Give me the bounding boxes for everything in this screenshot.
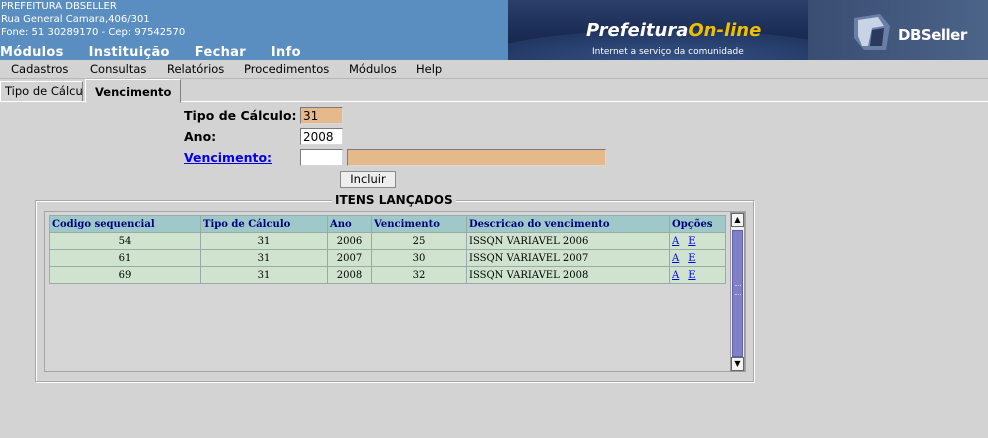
section-title: ITENS LANÇADOS [332, 193, 456, 207]
table-row: 69 31 2008 32 ISSQN VARIAVEL 2008 AE [49, 266, 726, 284]
banner-subtitle: Internet a serviço da comunidade [592, 47, 744, 57]
tab-vencimento[interactable]: Vencimento [85, 79, 181, 103]
cell-opcoes: AE [669, 249, 726, 267]
scrollbar-thumb[interactable] [732, 230, 743, 357]
cell-descricao: ISSQN VARIAVEL 2006 [466, 232, 670, 250]
excluir-link[interactable]: E [688, 253, 695, 264]
grid-scrollbar[interactable]: ▲ ▼ [730, 212, 745, 372]
cell-codigo: 61 [49, 249, 201, 267]
cell-codigo: 54 [49, 232, 201, 250]
col-header-opcoes: Opções [669, 215, 726, 233]
ano-field[interactable]: 2008 [300, 128, 343, 145]
col-header-ano: Ano [327, 215, 372, 233]
top-menu-instituicao[interactable]: Instituição [89, 45, 170, 60]
menu-bar: Cadastros Consultas Relatórios Procedime… [0, 60, 988, 79]
excluir-link[interactable]: E [688, 236, 695, 247]
menu-relatorios[interactable]: Relatórios [167, 62, 224, 76]
cell-descricao: ISSQN VARIAVEL 2008 [466, 266, 670, 284]
table-row: 61 31 2007 30 ISSQN VARIAVEL 2007 AE [49, 249, 726, 267]
top-menu-fechar[interactable]: Fechar [195, 45, 246, 60]
tab-tipo-de-calculo[interactable]: Tipo de Cálculo [0, 81, 83, 101]
scroll-up-arrow-icon[interactable]: ▲ [731, 213, 744, 227]
menu-consultas[interactable]: Consultas [90, 62, 146, 76]
cell-tipo: 31 [200, 266, 328, 284]
cell-ano: 2006 [327, 232, 372, 250]
tipo-calculo-field[interactable]: 31 [300, 107, 343, 124]
menu-modulos[interactable]: Módulos [349, 62, 397, 76]
cell-opcoes: AE [669, 232, 726, 250]
table-header-row: Codigo sequencial Tipo de Cálculo Ano Ve… [49, 215, 726, 233]
dbseller-logo: DBSeller [808, 0, 988, 60]
grip-icon [735, 285, 741, 295]
cell-descricao: ISSQN VARIAVEL 2007 [466, 249, 670, 267]
prefeitura-online-banner: PrefeituraOn-line Internet a serviço da … [508, 0, 808, 60]
cell-vencimento: 32 [371, 266, 467, 284]
cell-ano: 2008 [327, 266, 372, 284]
ano-label: Ano: [184, 129, 217, 144]
incluir-button[interactable]: Incluir [340, 171, 396, 188]
org-contact: Fone: 51 30289170 - Cep: 97542570 [1, 27, 186, 38]
menu-cadastros[interactable]: Cadastros [11, 62, 68, 76]
cell-tipo: 31 [200, 249, 328, 267]
items-table: Codigo sequencial Tipo de Cálculo Ano Ve… [49, 215, 726, 284]
banner-title: PrefeituraOn-line [586, 20, 761, 41]
top-menu-modulos[interactable]: Módulos [0, 45, 64, 60]
menu-procedimentos[interactable]: Procedimentos [244, 62, 329, 76]
dbseller-logo-icon [854, 14, 890, 50]
alterar-link[interactable]: A [672, 236, 679, 247]
banner-title-main: Prefeitura [586, 20, 689, 41]
col-header-tipo: Tipo de Cálculo [200, 215, 328, 233]
cell-tipo: 31 [200, 232, 328, 250]
cell-opcoes: AE [669, 266, 726, 284]
banner-title-accent: On-line [688, 20, 762, 41]
excluir-link[interactable]: E [688, 270, 695, 281]
alterar-link[interactable]: A [672, 253, 679, 264]
vencimento-description-field [347, 149, 606, 166]
cell-vencimento: 30 [371, 249, 467, 267]
org-address: Rua General Camara,406/301 [1, 14, 150, 25]
cell-vencimento: 25 [371, 232, 467, 250]
header-info-area: PREFEITURA DBSELLER Rua General Camara,4… [0, 0, 508, 60]
logo-text: DBSeller [898, 26, 967, 44]
vencimento-code-field[interactable] [300, 149, 343, 166]
top-menu: Módulos Instituição Fechar Info [0, 45, 326, 60]
table-row: 54 31 2006 25 ISSQN VARIAVEL 2006 AE [49, 232, 726, 250]
scroll-down-arrow-icon[interactable]: ▼ [731, 357, 744, 371]
menu-help[interactable]: Help [416, 62, 442, 76]
alterar-link[interactable]: A [672, 270, 679, 281]
col-header-vencimento: Vencimento [371, 215, 467, 233]
tipo-calculo-label: Tipo de Cálculo: [184, 108, 297, 123]
app-header: PREFEITURA DBSELLER Rua General Camara,4… [0, 0, 988, 60]
col-header-descricao: Descricao do vencimento [466, 215, 670, 233]
cell-codigo: 69 [49, 266, 201, 284]
cell-ano: 2007 [327, 249, 372, 267]
col-header-codigo: Codigo sequencial [49, 215, 201, 233]
vencimento-link[interactable]: Vencimento: [184, 150, 272, 165]
org-name: PREFEITURA DBSELLER [1, 1, 117, 12]
org-info: PREFEITURA DBSELLER Rua General Camara,4… [1, 0, 185, 39]
top-menu-info[interactable]: Info [271, 45, 301, 60]
